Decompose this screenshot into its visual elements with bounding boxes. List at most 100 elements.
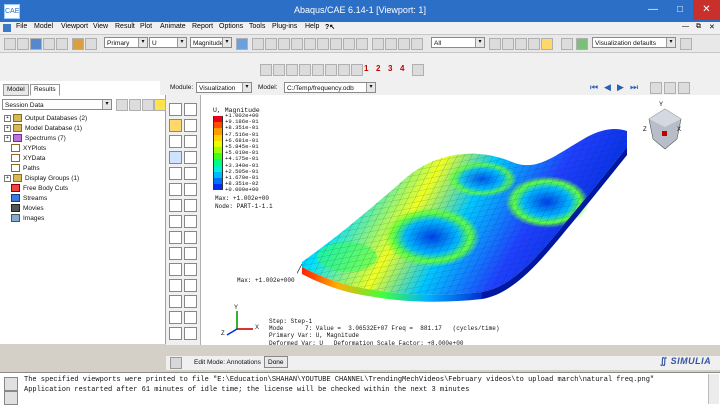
view-back-icon[interactable] [299, 64, 311, 76]
measure-icon[interactable] [184, 327, 197, 340]
create-annotation-icon[interactable] [169, 279, 182, 292]
animate-harmonic-icon[interactable] [169, 183, 182, 196]
animate-time-history-icon[interactable] [184, 167, 197, 180]
model-select[interactable]: C:/Temp/frequency.odb ▾ [284, 82, 376, 93]
box-zoom-icon[interactable] [304, 38, 316, 50]
tree-item-display-groups[interactable]: + Display Groups (1) [4, 174, 79, 183]
tab-results[interactable]: Results [30, 84, 60, 96]
inner-close-icon[interactable]: ✕ [709, 23, 715, 31]
front-view-icon[interactable] [343, 38, 355, 50]
new-file-icon[interactable] [4, 38, 16, 50]
plot-undeformed-icon[interactable] [169, 103, 182, 116]
superimpose-options-icon[interactable] [184, 151, 197, 164]
output-type-select[interactable]: Primary ▾ [104, 37, 148, 48]
output-variable-select[interactable]: U ▾ [149, 37, 187, 48]
menu-report[interactable]: Report [192, 23, 213, 30]
plot-symbols-icon[interactable] [169, 135, 182, 148]
user-view-3[interactable]: 3 [388, 64, 392, 73]
shaded-icon[interactable] [411, 38, 423, 50]
probe-values-icon[interactable] [184, 311, 197, 324]
intersect-icon[interactable] [528, 38, 540, 50]
display-group-icon[interactable] [541, 38, 553, 50]
menu-view[interactable]: View [93, 23, 108, 30]
view-left-icon[interactable] [312, 64, 324, 76]
minimize-icon[interactable]: — [640, 0, 666, 20]
create-display-group-icon[interactable] [169, 231, 182, 244]
plot-deformed-icon[interactable] [184, 103, 197, 116]
session-data-select[interactable]: Session Data ▾ [2, 99, 112, 110]
app-menu-icon[interactable] [3, 24, 11, 32]
next-view-icon[interactable] [273, 64, 285, 76]
tree-item-xyplots[interactable]: XYPlots [11, 144, 46, 153]
user-view-4[interactable]: 4 [400, 64, 404, 73]
menu-tools[interactable]: Tools [249, 23, 265, 30]
color-map-icon[interactable] [169, 295, 182, 308]
create-xy-data-icon[interactable] [169, 199, 182, 212]
overlay-plot-icon[interactable] [169, 311, 182, 324]
tree-item-model-database[interactable]: + Model Database (1) [4, 124, 82, 133]
play-icon[interactable]: ▶ [617, 82, 624, 93]
tree-item-movies[interactable]: Movies [11, 204, 44, 213]
view-front-icon[interactable] [286, 64, 298, 76]
message-scrollbar[interactable] [708, 374, 719, 404]
refresh-icon[interactable] [236, 38, 248, 50]
maximize-icon[interactable]: □ [667, 0, 693, 20]
common-options-icon[interactable] [184, 295, 197, 308]
menu-model[interactable]: Model [34, 23, 53, 30]
tree-item-spectrums[interactable]: + Spectrums (7) [4, 134, 66, 143]
camera-icon[interactable] [664, 82, 676, 94]
zoom-icon[interactable] [291, 38, 303, 50]
close-icon[interactable]: ✕ [693, 0, 720, 20]
print-icon[interactable] [56, 38, 68, 50]
tree-item-xydata[interactable]: XYData [11, 154, 45, 163]
color-mapping-icon[interactable] [680, 38, 692, 50]
iso-view-icon[interactable] [356, 38, 368, 50]
cycle-views-icon[interactable] [330, 38, 342, 50]
viewport[interactable]: U, Magnitude +1.002e+00 +9.186e-01 +8.351e… [201, 95, 720, 347]
pan-icon[interactable] [252, 38, 264, 50]
last-frame-icon[interactable]: ⏭ [630, 82, 638, 93]
tree-item-output-databases[interactable]: + Output Databases (2) [4, 114, 87, 123]
allow-multiple-plot-states-icon[interactable] [169, 151, 182, 164]
report-field-output-icon[interactable] [169, 327, 182, 340]
visualization-defaults-select[interactable]: Visualization defaults ▾ [592, 37, 676, 48]
rotate-icon[interactable] [265, 38, 277, 50]
iso-axis-icon[interactable] [412, 64, 424, 76]
step-frame-icon[interactable] [85, 38, 97, 50]
field-output-icon[interactable] [72, 38, 84, 50]
module-select[interactable]: Visualization ▾ [196, 82, 252, 93]
color-code-icon[interactable] [561, 38, 573, 50]
cancel-procedure-icon[interactable] [170, 357, 182, 369]
view-cut-manager-icon[interactable] [184, 263, 197, 276]
tree-item-free-body-cuts[interactable]: Free Body Cuts [11, 184, 68, 193]
path-manager-icon[interactable] [184, 215, 197, 228]
previous-view-icon[interactable] [260, 64, 272, 76]
remove-icon[interactable] [515, 38, 527, 50]
tree-item-images[interactable]: Images [11, 214, 44, 223]
tab-model[interactable]: Model [3, 84, 29, 96]
animation-options-icon[interactable] [184, 183, 197, 196]
frame-selector-icon[interactable] [650, 82, 662, 94]
menu-plug-ins[interactable]: Plug-ins [272, 23, 297, 30]
free-body-cut-icon[interactable] [169, 247, 182, 260]
first-frame-icon[interactable]: ⏮ [590, 82, 598, 93]
inner-restore-icon[interactable]: ⧉ [696, 23, 701, 31]
add-icon[interactable] [502, 38, 514, 50]
menu-help[interactable]: Help [305, 23, 319, 30]
hidden-line-icon[interactable] [398, 38, 410, 50]
context-help-icon[interactable]: ?↖ [325, 23, 335, 31]
open-file-icon[interactable] [17, 38, 29, 50]
open-odb-icon[interactable] [43, 38, 55, 50]
tree-collapse-icon[interactable] [129, 99, 141, 111]
user-view-1[interactable]: 1 [364, 64, 368, 73]
tree-item-streams[interactable]: Streams [11, 194, 47, 203]
tree-item-paths[interactable]: Paths [11, 164, 40, 173]
menu-result[interactable]: Result [115, 23, 135, 30]
kernel-command-icon[interactable] [4, 391, 18, 405]
query-icon[interactable] [184, 231, 197, 244]
stream-icon[interactable] [184, 247, 197, 260]
inner-minimize-icon[interactable]: — [682, 23, 689, 30]
tree-filter-icon[interactable] [116, 99, 128, 111]
view-top-icon[interactable] [338, 64, 350, 76]
wireframe-icon[interactable] [385, 38, 397, 50]
